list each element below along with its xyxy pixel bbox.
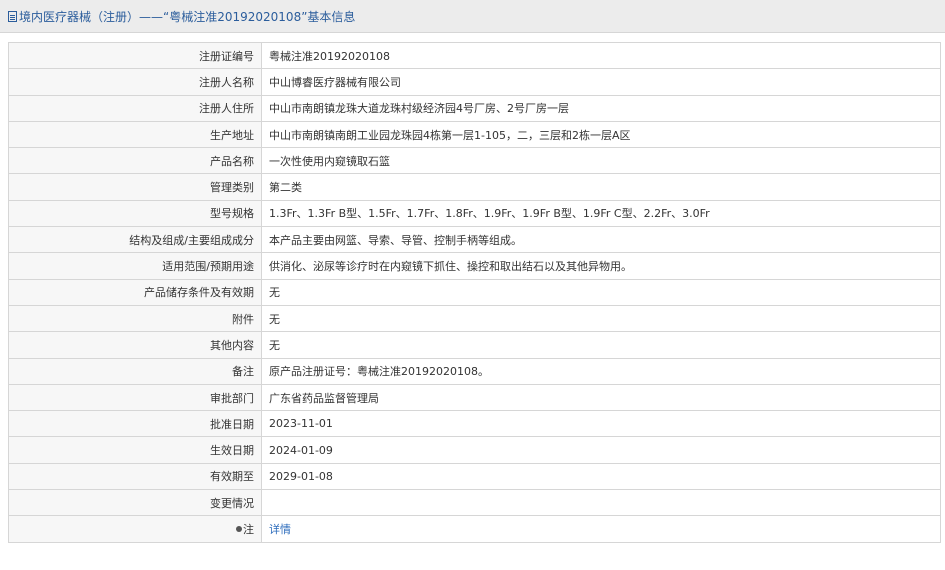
table-row: 注册人名称 中山博睿医疗器械有限公司 xyxy=(8,68,941,96)
table-row: 有效期至 2029-01-08 xyxy=(8,462,941,491)
table-row: 审批部门 广东省药品监督管理局 xyxy=(8,383,941,412)
row-value: 2029-01-08 xyxy=(261,462,941,491)
info-table: 注册证编号 粤械注准20192020108 注册人名称 中山博睿医疗器械有限公司 注册人… xyxy=(8,41,941,543)
row-label: 型号规格 xyxy=(8,199,262,228)
row-value: 2024-01-09 xyxy=(261,436,941,464)
row-label: 管理类别 xyxy=(8,173,262,201)
row-value: 无 xyxy=(261,278,941,306)
row-label: 适用范围/预期用途 xyxy=(8,252,262,280)
table-row: 生产地址 中山市南朗镇南朗工业园龙珠园4栋第一层1-105，二，三层和2栋一层A区 xyxy=(8,120,941,149)
row-value: 第二类 xyxy=(261,173,941,201)
row-value xyxy=(261,489,941,517)
note-label: 注 xyxy=(243,522,254,536)
row-value: 原产品注册证号：粤械注准20192020108。 xyxy=(261,357,941,385)
table-row: 备注 原产品注册证号：粤械注准20192020108。 xyxy=(8,357,941,385)
row-value: 中山市南朗镇南朗工业园龙珠园4栋第一层1-105，二，三层和2栋一层A区 xyxy=(261,120,941,149)
row-label: 批准日期 xyxy=(8,410,262,438)
row-label: 结构及组成/主要组成成分 xyxy=(8,226,262,254)
page-header: 境内医疗器械（注册）——“粤械注准20192020108”基本信息 xyxy=(0,0,945,33)
pin-icon xyxy=(236,525,242,532)
row-value: 中山市南朗镇龙珠大道龙珠村级经济园4号厂房、2号厂房一层 xyxy=(261,94,941,122)
row-value: 1.3Fr、1.3Fr B型、1.5Fr、1.7Fr、1.8Fr、1.9Fr、1… xyxy=(261,199,941,228)
row-label: 变更情况 xyxy=(8,489,262,517)
table-row: 产品名称 一次性使用内窥镜取石篮 xyxy=(8,147,941,175)
row-label: 其他内容 xyxy=(8,331,262,359)
table-row: 其他内容无 xyxy=(8,331,941,359)
row-label: 生产地址 xyxy=(8,120,262,149)
note-value-cell: 详情 xyxy=(261,515,941,543)
row-label: 附件 xyxy=(8,304,262,333)
table-row: 附件无 xyxy=(8,304,941,333)
row-label: 注册人住所 xyxy=(8,94,262,122)
row-label: 注册证编号 xyxy=(8,41,262,70)
row-label: 有效期至 xyxy=(8,462,262,491)
row-label: 产品名称 xyxy=(8,147,262,175)
row-label: 备注 xyxy=(8,357,262,385)
row-value: 2023-11-01 xyxy=(261,410,941,438)
table-row: 型号规格 1.3Fr、1.3Fr B型、1.5Fr、1.7Fr、1.8Fr、1.9… xyxy=(8,199,941,228)
row-value: 中山博睿医疗器械有限公司 xyxy=(261,68,941,96)
row-value: 无 xyxy=(261,331,941,359)
document-icon xyxy=(8,10,17,22)
table-row: 结构及组成/主要组成成分 本产品主要由网篮、导索、导管、控制手柄等组成。 xyxy=(8,226,941,254)
row-label: 审批部门 xyxy=(8,383,262,412)
table-row: 管理类别 第二类 xyxy=(8,173,941,201)
details-link[interactable]: 详情 xyxy=(269,523,291,536)
row-value: 无 xyxy=(261,304,941,333)
page-title: 境内医疗器械（注册）——“粤械注准20192020108”基本信息 xyxy=(19,9,356,24)
table-row: 注册人住所 中山市南朗镇龙珠大道龙珠村级经济园4号厂房、2号厂房一层 xyxy=(8,94,941,122)
info-table-container: 注册证编号 粤械注准20192020108 注册人名称 中山博睿医疗器械有限公司 注册人… xyxy=(8,41,941,543)
row-label: 注册人名称 xyxy=(8,68,262,96)
row-value: 一次性使用内窥镜取石篮 xyxy=(261,147,941,175)
table-row: 批准日期 2023-11-01 xyxy=(8,410,941,438)
row-value: 粤械注准20192020108 xyxy=(261,41,941,70)
table-row: 注册证编号 粤械注准20192020108 xyxy=(8,41,941,70)
table-row: 生效日期 2024-01-09 xyxy=(8,436,941,464)
table-row-note: 注 详情 xyxy=(8,515,941,543)
row-value: 广东省药品监督管理局 xyxy=(261,383,941,412)
row-value: 供消化、泌尿等诊疗时在内窥镜下抓住、操控和取出结石以及其他异物用。 xyxy=(261,252,941,280)
row-value: 本产品主要由网篮、导索、导管、控制手柄等组成。 xyxy=(261,226,941,254)
row-label: 产品储存条件及有效期 xyxy=(8,278,262,306)
table-row: 适用范围/预期用途 供消化、泌尿等诊疗时在内窥镜下抓住、操控和取出结石以及其他异物… xyxy=(8,252,941,280)
row-label: 生效日期 xyxy=(8,436,262,464)
table-row: 产品储存条件及有效期无 xyxy=(8,278,941,306)
note-label-cell: 注 xyxy=(8,515,262,543)
table-row: 变更情况 xyxy=(8,489,941,517)
